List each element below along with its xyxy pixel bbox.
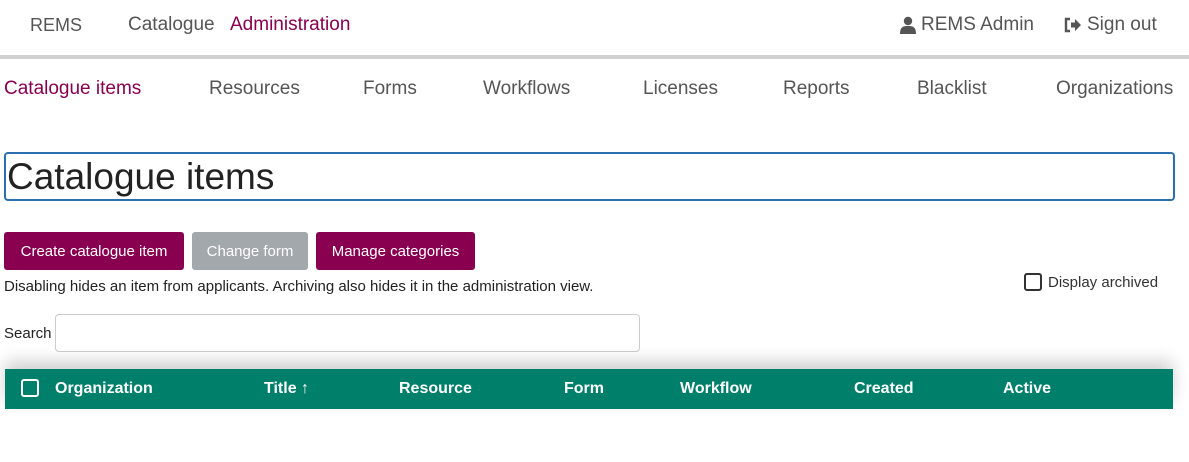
column-title[interactable]: Title ↑ [264,380,309,398]
column-created[interactable]: Created [854,380,914,398]
subnav-organizations[interactable]: Organizations [1056,78,1173,100]
column-active[interactable]: Active [1003,380,1051,398]
column-workflow[interactable]: Workflow [680,380,752,398]
create-catalogue-item-button[interactable]: Create catalogue item [4,232,184,270]
nav-administration-link[interactable]: Administration [230,14,350,36]
nav-catalogue-link[interactable]: Catalogue [128,14,215,36]
column-form[interactable]: Form [564,380,604,398]
subnav-resources[interactable]: Resources [209,78,300,100]
display-archived-toggle[interactable]: Display archived [1024,273,1158,291]
user-menu[interactable]: REMS Admin [900,14,1034,36]
search-input[interactable] [55,314,640,352]
search-label: Search [4,325,52,342]
subnav-forms[interactable]: Forms [363,78,417,100]
manage-categories-button[interactable]: Manage categories [316,232,475,270]
sign-out-label: Sign out [1087,14,1157,35]
subnav-workflows[interactable]: Workflows [483,78,570,100]
select-all-checkbox[interactable] [21,379,39,397]
brand-logo[interactable]: REMS [30,15,82,36]
archive-hint-text: Disabling hides an item from applicants.… [4,278,594,295]
subnav-blacklist[interactable]: Blacklist [917,78,987,100]
subnav-catalogue-items[interactable]: Catalogue items [4,78,141,100]
subnav-licenses[interactable]: Licenses [643,78,718,100]
column-organization[interactable]: Organization [55,380,153,398]
change-form-button[interactable]: Change form [192,232,308,270]
sign-out-link[interactable]: Sign out [1064,14,1157,36]
page-title-container: Catalogue items [4,152,1175,201]
subnav-reports[interactable]: Reports [783,78,850,100]
display-archived-checkbox[interactable] [1024,273,1042,291]
user-icon [900,16,916,34]
sign-out-icon [1064,17,1081,33]
table-header: Organization Title ↑ Resource Form Workf… [5,369,1173,409]
top-navbar: REMS Catalogue Administration REMS Admin… [0,0,1189,55]
user-name: REMS Admin [921,14,1034,35]
navbar-divider [0,55,1189,59]
page-title: Catalogue items [7,156,275,197]
display-archived-label: Display archived [1048,273,1159,291]
column-resource[interactable]: Resource [399,380,472,398]
